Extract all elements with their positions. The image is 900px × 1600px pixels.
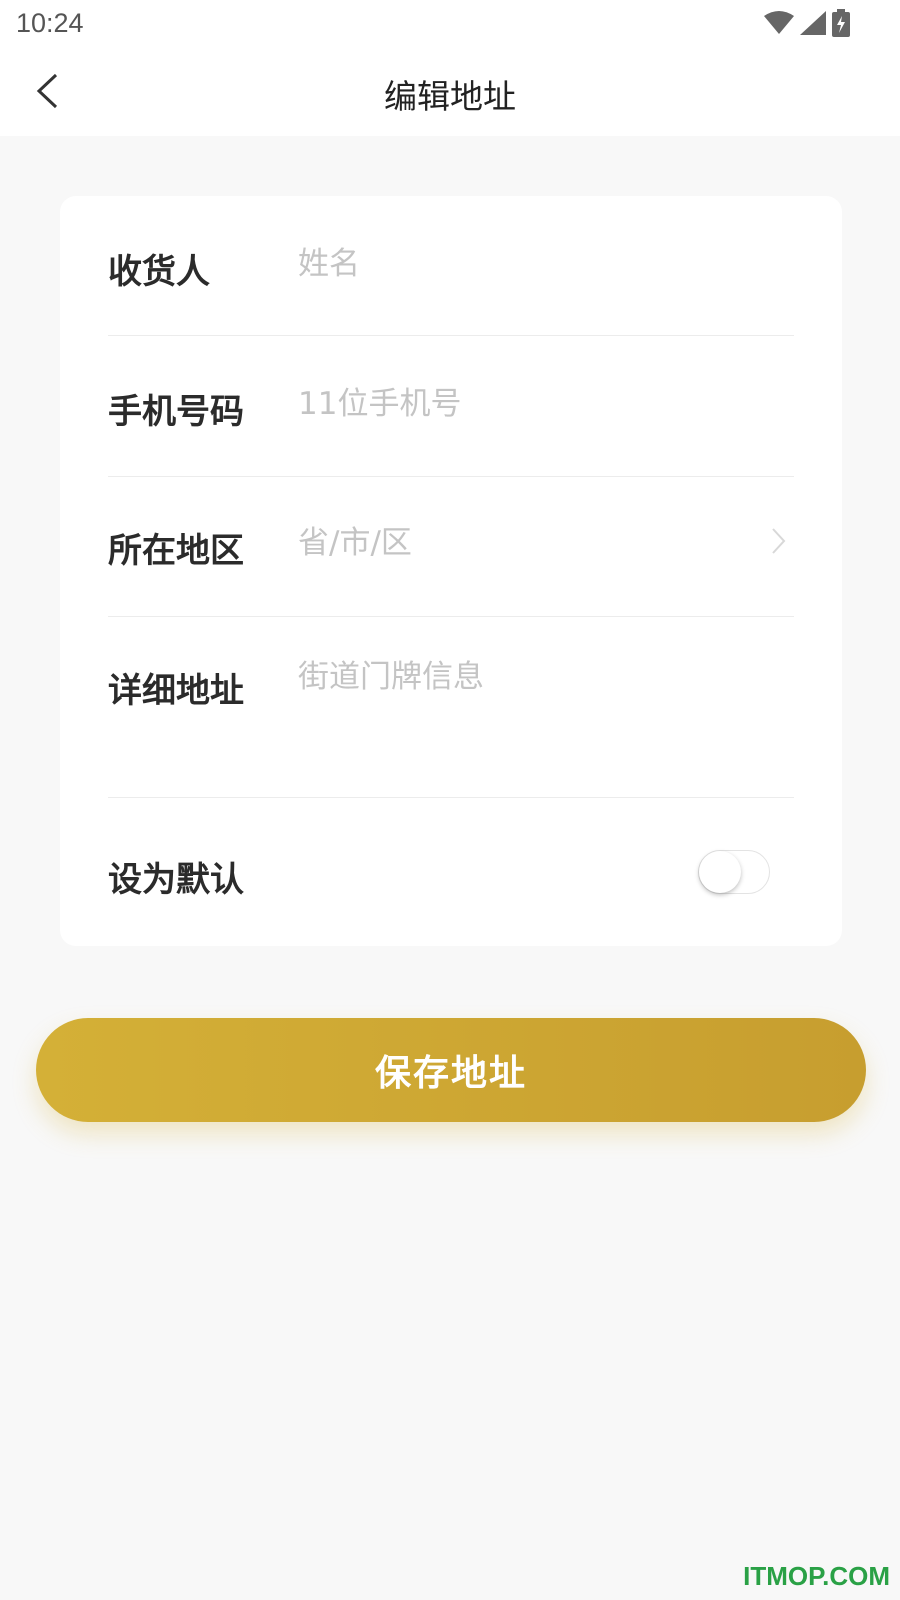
page-title: 编辑地址: [384, 77, 516, 116]
form-row-default: 设为默认: [108, 798, 794, 946]
address-form-card: 收货人 手机号码 所在地区 详细地址 设为默认: [60, 196, 842, 946]
wifi-icon: [764, 11, 794, 39]
region-input[interactable]: [298, 521, 758, 565]
address-textarea[interactable]: [298, 657, 758, 777]
phone-label: 手机号码: [108, 392, 244, 432]
form-row-phone: 手机号码: [108, 336, 794, 477]
form-row-region[interactable]: 所在地区: [108, 477, 794, 617]
name-input[interactable]: [298, 242, 758, 286]
signal-icon: [800, 11, 826, 39]
name-label: 收货人: [108, 252, 210, 292]
address-label: 详细地址: [108, 671, 244, 711]
nav-bar: 编辑地址: [0, 50, 900, 136]
default-label: 设为默认: [108, 860, 244, 900]
toggle-knob: [699, 851, 741, 893]
default-toggle[interactable]: [698, 850, 770, 894]
region-label: 所在地区: [108, 531, 244, 571]
save-address-button[interactable]: 保存地址: [36, 1018, 866, 1122]
battery-charging-icon: [832, 9, 850, 41]
watermark: ITMOP.COM: [743, 1561, 890, 1591]
form-row-name: 收货人: [108, 196, 794, 336]
status-icons: [764, 9, 850, 41]
form-row-address: 详细地址: [108, 617, 794, 798]
chevron-right-icon[interactable]: [770, 527, 786, 559]
status-bar: 10:24: [0, 0, 900, 50]
status-time: 10:24: [16, 8, 84, 38]
phone-input[interactable]: [298, 382, 758, 426]
